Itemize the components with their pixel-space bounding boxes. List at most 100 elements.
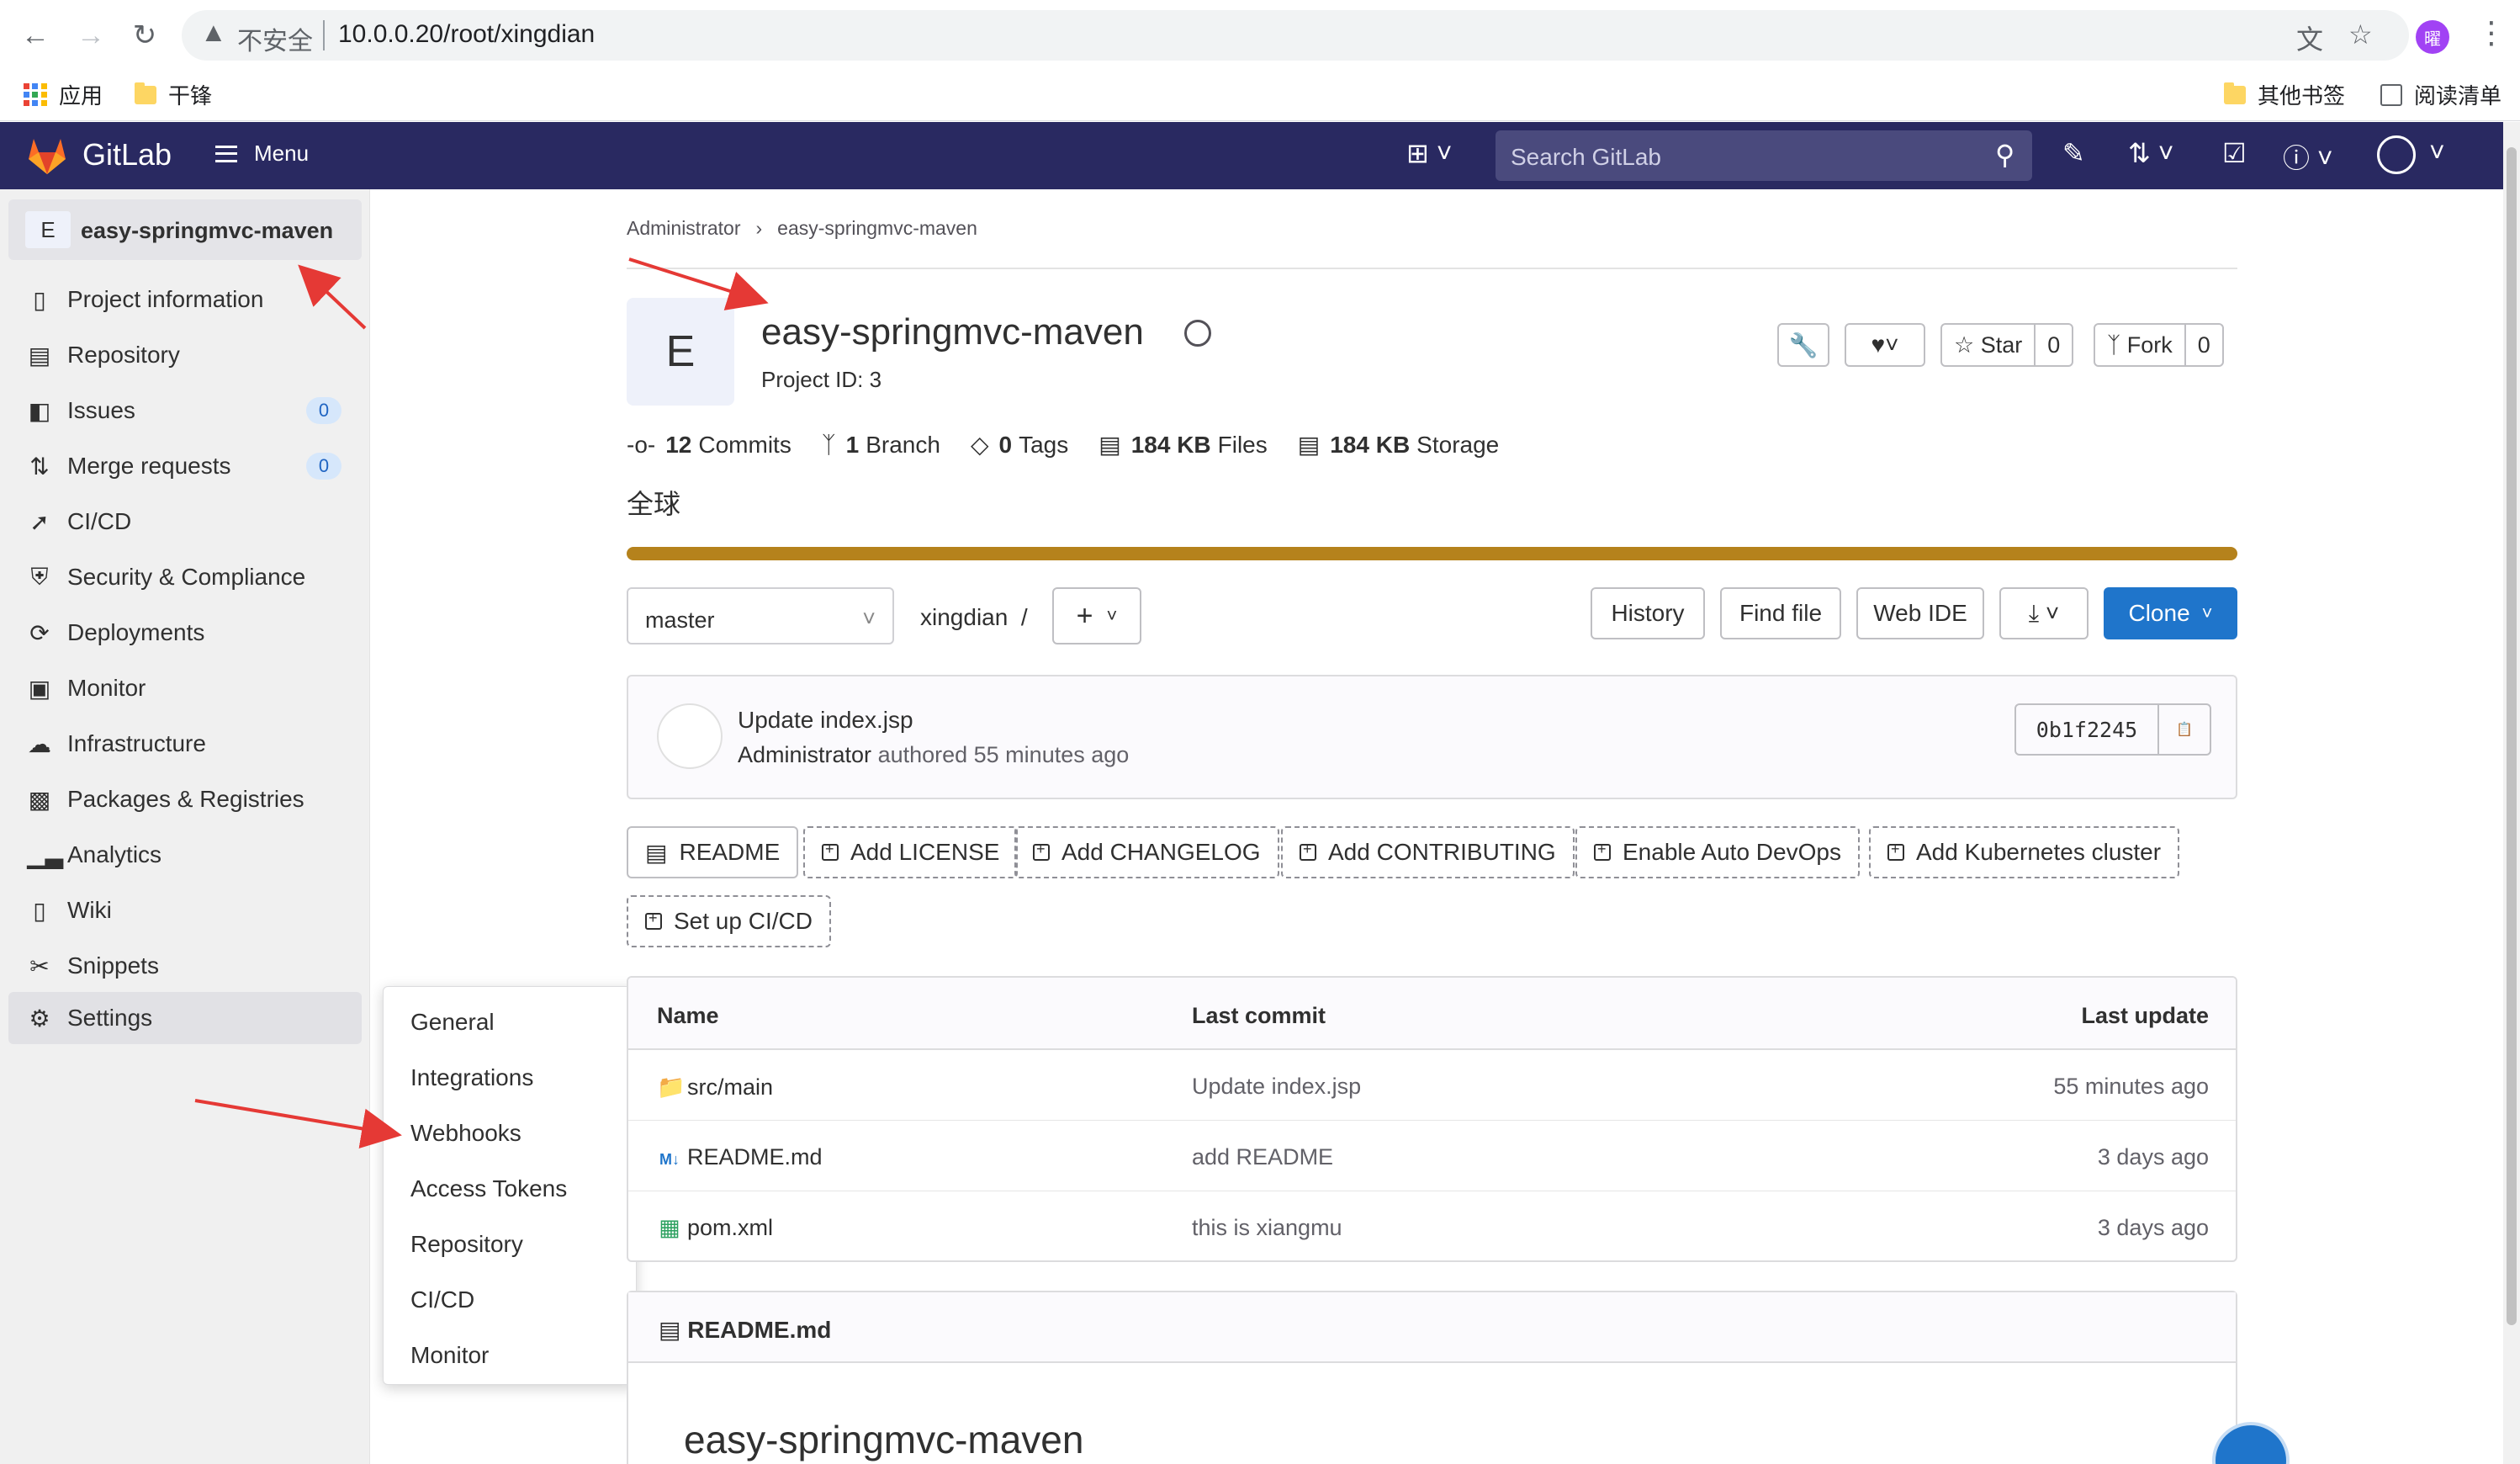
back-arrow-icon[interactable]: ← <box>15 15 56 56</box>
reading-list[interactable]: 阅读清单 <box>2380 79 2501 110</box>
new-item-icon[interactable]: ⊞ ˅ <box>1406 137 1452 169</box>
table-row[interactable]: 📁src/main Update index.jsp 55 minutes ag… <box>628 1050 2236 1121</box>
breadcrumb-item[interactable]: Administrator <box>627 217 740 240</box>
table-row[interactable]: ▦ pom.xml this is xiangmu 3 days ago <box>628 1191 2236 1260</box>
add-license-button[interactable]: Add LICENSE <box>803 826 1019 878</box>
translate-icon[interactable]: 文 <box>2296 19 2323 57</box>
stat-branch[interactable]: ᛉ 1 Branch <box>822 432 940 459</box>
sidebar-item-wiki[interactable]: ▯ Wiki <box>0 884 370 936</box>
folder-icon: 📁 <box>657 1074 686 1100</box>
folder-icon <box>135 82 156 104</box>
flyout-item-monitor[interactable]: Monitor <box>410 1342 489 1369</box>
path-root[interactable]: xingdian <box>920 604 1008 630</box>
merge-requests-count-badge: 0 <box>306 453 341 480</box>
shield-icon: ⛨ <box>30 563 49 590</box>
fork-count[interactable]: 0 <box>2186 325 2222 365</box>
breadcrumb-item[interactable]: easy-springmvc-maven <box>777 217 977 240</box>
readme-file-title[interactable]: ▤ README.md <box>659 1316 831 1344</box>
enable-auto-devops-button[interactable]: Enable Auto DevOps <box>1575 826 1860 878</box>
browser-profile-avatar[interactable]: 曜 <box>2416 20 2449 54</box>
download-button[interactable]: ⤓ ˅ <box>1999 587 2089 639</box>
commit-sha[interactable]: 0b1f2245 <box>2016 705 2159 754</box>
bookmark-star-icon[interactable]: ☆ <box>2348 19 2373 50</box>
sidebar-item-packages-registries[interactable]: ▩ Packages & Registries <box>0 773 370 825</box>
sidebar-project-tile[interactable]: E easy-springmvc-maven <box>8 199 362 260</box>
book-icon: ▯ <box>33 897 46 924</box>
readme-button[interactable]: ▤ README <box>627 826 799 878</box>
copy-sha-button[interactable]: 📋 <box>2159 705 2210 754</box>
file-name[interactable]: pom.xml <box>687 1215 773 1240</box>
monitor-icon: ▣ <box>28 675 51 702</box>
chevron-down-icon: ˅ <box>862 606 876 631</box>
star-count[interactable]: 0 <box>2036 325 2072 365</box>
forward-arrow-icon[interactable]: → <box>71 15 111 56</box>
file-commit-message[interactable]: this is xiangmu <box>1192 1215 1342 1241</box>
setup-ci-cd-button[interactable]: Set up CI/CD <box>627 895 831 947</box>
sidebar-item-issues[interactable]: ◧ Issues 0 <box>0 385 370 437</box>
scrollbar-thumb[interactable] <box>2507 147 2517 1325</box>
commit-author-avatar[interactable] <box>657 703 723 769</box>
fork-button[interactable]: ᛉ Fork 0 <box>2094 323 2224 367</box>
commit-title[interactable]: Update index.jsp <box>738 707 913 734</box>
flyout-item-webhooks[interactable]: Webhooks <box>410 1120 521 1147</box>
add-changelog-button[interactable]: Add CHANGELOG <box>1014 826 1279 878</box>
admin-wrench-button[interactable]: 🔧 <box>1777 323 1829 367</box>
file-commit-message[interactable]: Update index.jsp <box>1192 1074 1361 1100</box>
file-name[interactable]: src/main <box>687 1074 773 1100</box>
sidebar-item-monitor[interactable]: ▣ Monitor <box>0 662 370 714</box>
sidebar-item-deployments[interactable]: ⟳ Deployments <box>0 607 370 659</box>
add-contributing-button[interactable]: Add CONTRIBUTING <box>1281 826 1575 878</box>
gitlab-logo-icon[interactable] <box>25 134 69 178</box>
notification-button[interactable]: ♥˅ <box>1845 323 1925 367</box>
commit-author[interactable]: Administrator <box>738 742 871 767</box>
bookmark-other[interactable]: 其他书签 <box>2224 79 2345 110</box>
chart-icon: ▁▃ <box>27 841 64 868</box>
flyout-item-ci-cd[interactable]: CI/CD <box>410 1286 474 1313</box>
merge-requests-nav-icon[interactable]: ⇅ ˅ <box>2128 137 2173 169</box>
stat-commits[interactable]: -o- 12 Commits <box>627 432 791 459</box>
todo-done-icon[interactable]: ☑ <box>2222 137 2247 169</box>
help-icon[interactable]: ⓘ ˅ <box>2283 137 2333 176</box>
flyout-item-repository[interactable]: Repository <box>410 1231 523 1258</box>
sidebar-item-label: Settings <box>67 1005 153 1031</box>
sidebar-item-snippets[interactable]: ✂ Snippets <box>0 940 370 992</box>
user-avatar[interactable] <box>2377 135 2416 174</box>
sidebar-item-security-compliance[interactable]: ⛨ Security & Compliance <box>0 551 370 603</box>
insecure-label[interactable]: 不安全 <box>237 20 313 57</box>
web-ide-button[interactable]: Web IDE <box>1856 587 1984 639</box>
add-to-tree-button[interactable]: + ˅ <box>1052 587 1141 644</box>
project-title: easy-springmvc-maven <box>761 311 1144 353</box>
gitlab-brand[interactable]: GitLab <box>82 137 172 172</box>
flyout-item-access-tokens[interactable]: Access Tokens <box>410 1175 567 1202</box>
sidebar-item-analytics[interactable]: ▁▃ Analytics <box>0 829 370 881</box>
sidebar-item-merge-requests[interactable]: ⇅ Merge requests 0 <box>0 440 370 492</box>
url-text[interactable]: 10.0.0.20/root/xingdian <box>338 20 595 49</box>
sidebar-item-repository[interactable]: ▤ Repository <box>0 329 370 381</box>
file-commit-message[interactable]: add README <box>1192 1144 1333 1170</box>
sidebar-item-project-information[interactable]: ▯ Project information <box>0 273 370 326</box>
browser-menu-icon[interactable]: ⋮ <box>2476 15 2507 50</box>
clone-button[interactable]: Clone ˅ <box>2104 587 2237 639</box>
stat-files[interactable]: ▤ 184 KB Files <box>1099 431 1268 459</box>
todo-icon[interactable]: ✎ <box>2062 137 2085 169</box>
find-file-button[interactable]: Find file <box>1720 587 1841 639</box>
branch-selector[interactable]: master ˅ <box>627 587 894 644</box>
warning-icon[interactable]: ▲ <box>200 17 227 48</box>
file-name[interactable]: README.md <box>687 1144 823 1170</box>
history-button[interactable]: History <box>1591 587 1705 639</box>
stat-tags[interactable]: ◇ 0 Tags <box>971 431 1068 459</box>
search-icon[interactable]: ⚲ <box>1995 139 2014 171</box>
table-row[interactable]: M↓ README.md add README 3 days ago <box>628 1121 2236 1191</box>
sidebar-item-settings[interactable]: ⚙ Settings <box>8 992 362 1044</box>
flyout-item-integrations[interactable]: Integrations <box>410 1064 533 1091</box>
flyout-item-general[interactable]: General <box>410 1009 495 1036</box>
sidebar-item-infrastructure[interactable]: ☁ Infrastructure <box>0 718 370 770</box>
add-kubernetes-cluster-button[interactable]: Add Kubernetes cluster <box>1869 826 2180 878</box>
bookmark-apps[interactable]: 应用 <box>24 79 103 110</box>
reload-icon[interactable]: ↻ <box>124 15 165 56</box>
sidebar-item-ci-cd[interactable]: ➚ CI/CD <box>0 496 370 548</box>
star-button[interactable]: ☆ Star 0 <box>1940 323 2074 367</box>
bookmark-folder[interactable]: 干锋 <box>135 79 212 110</box>
menu-button[interactable]: Menu <box>215 141 309 167</box>
chevron-down-icon[interactable]: ˅ <box>2429 137 2445 168</box>
